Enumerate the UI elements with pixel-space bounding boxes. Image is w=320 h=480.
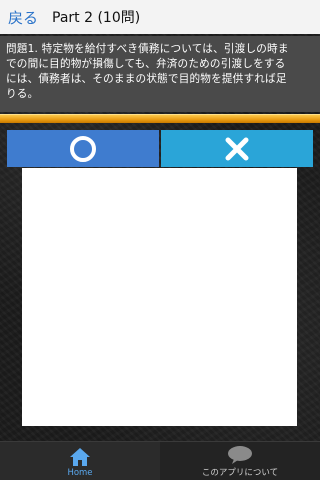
header-bar: 戻る Part 2 (10問): [0, 0, 320, 34]
nav-item-home[interactable]: Home: [0, 442, 160, 480]
back-button[interactable]: 戻る: [8, 7, 38, 28]
page-title: Part 2 (10問): [52, 10, 141, 26]
progress-bar: [0, 114, 320, 123]
wrong-answer-button[interactable]: [161, 130, 313, 167]
app-screen: 戻る Part 2 (10問) 問題1. 特定物を給付すべき債務については、引渡…: [0, 0, 320, 480]
bottom-navigation: Home このアプリについて: [0, 441, 320, 480]
cross-icon: [225, 137, 249, 160]
question-panel: 問題1. 特定物を給付すべき債務については、引渡しの時までの間に目的物が損傷して…: [0, 36, 320, 112]
nav-label-home: Home: [67, 468, 93, 478]
answer-explanation-area: [22, 168, 297, 426]
correct-answer-button[interactable]: [7, 130, 159, 167]
nav-label-about: このアプリについて: [201, 468, 279, 478]
speech-bubble-icon: [228, 446, 252, 464]
progress-bar-fill: [0, 114, 320, 123]
circle-icon: [70, 135, 96, 162]
nav-item-about[interactable]: このアプリについて: [160, 442, 320, 480]
home-icon: [70, 448, 90, 466]
question-text: 問題1. 特定物を給付すべき債務については、引渡しの時までの間に目的物が損傷して…: [6, 43, 289, 100]
